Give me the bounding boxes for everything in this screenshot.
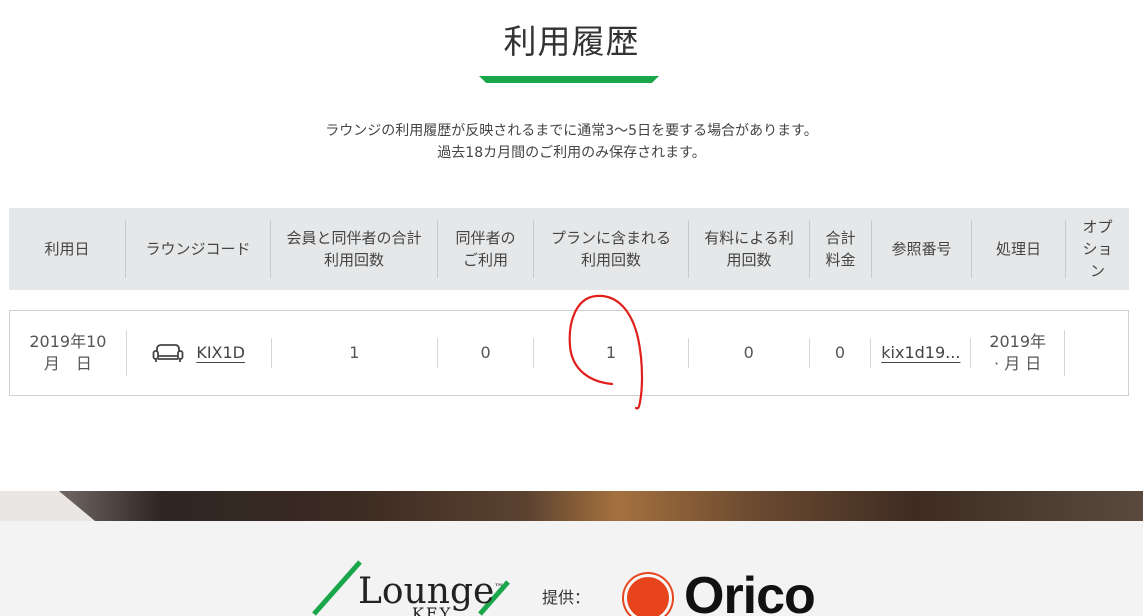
- orico-logo-text: Orico: [684, 567, 816, 616]
- sofa-icon: [152, 344, 184, 362]
- cell-lounge-code: KIX1D: [127, 338, 272, 368]
- header-lounge-code: ラウンジコード: [126, 220, 271, 278]
- cell-total-uses: 1: [272, 338, 439, 368]
- cell-total-fee: 0: [810, 338, 872, 368]
- lounge-key-logo-sub: KEY: [412, 604, 453, 616]
- orico-logo-icon: [624, 574, 672, 616]
- cell-option: [1065, 338, 1128, 368]
- header-plan-uses: プランに含まれる 利用回数: [534, 220, 689, 278]
- header-paid-uses: 有料による利 用回数: [689, 220, 810, 278]
- cell-paid-uses: 0: [689, 338, 810, 368]
- page-title: 利用履歴: [503, 22, 640, 61]
- header-processed-date: 処理日: [972, 220, 1066, 278]
- provided-by-label: 提供：: [542, 588, 591, 607]
- header-companion-uses: 同伴者の ご利用: [438, 220, 534, 278]
- header-total-uses: 会員と同伴者の合計 利用回数: [271, 220, 438, 278]
- cell-plan-uses: 1: [534, 338, 689, 368]
- footer-banner-image: [0, 491, 1143, 521]
- header-option: オプ ション: [1082, 218, 1113, 280]
- lounge-code-link[interactable]: KIX1D: [196, 342, 245, 364]
- header-total-fee: 合計 料金: [810, 220, 872, 278]
- title-underline: [479, 76, 659, 83]
- reference-number-link[interactable]: kix1d19...: [881, 342, 960, 364]
- notice-line-2: 過去18カ月間のご利用のみ保存されます。: [437, 145, 706, 161]
- notice-line-1: ラウンジの利用履歴が反映されるまでに通常3～5日を要する場合があります。: [325, 123, 818, 139]
- table-header: 利用日 ラウンジコード 会員と同伴者の合計 利用回数 同伴者の ご利用 プランに含ま…: [9, 208, 1129, 290]
- cell-processed-date: 2019年 · 月 日: [971, 330, 1066, 376]
- table-row: 2019年10 月 日 KIX1D 1 0 1 0 0 kix1d19... 20…: [9, 310, 1129, 396]
- cell-usage-date: 2019年10 月 日: [10, 330, 127, 376]
- cell-reference-number: kix1d19...: [871, 338, 972, 368]
- header-usage-date: 利用日: [9, 220, 126, 278]
- cell-companion-uses: 0: [438, 338, 535, 368]
- header-reference-number: 参照番号: [872, 220, 972, 278]
